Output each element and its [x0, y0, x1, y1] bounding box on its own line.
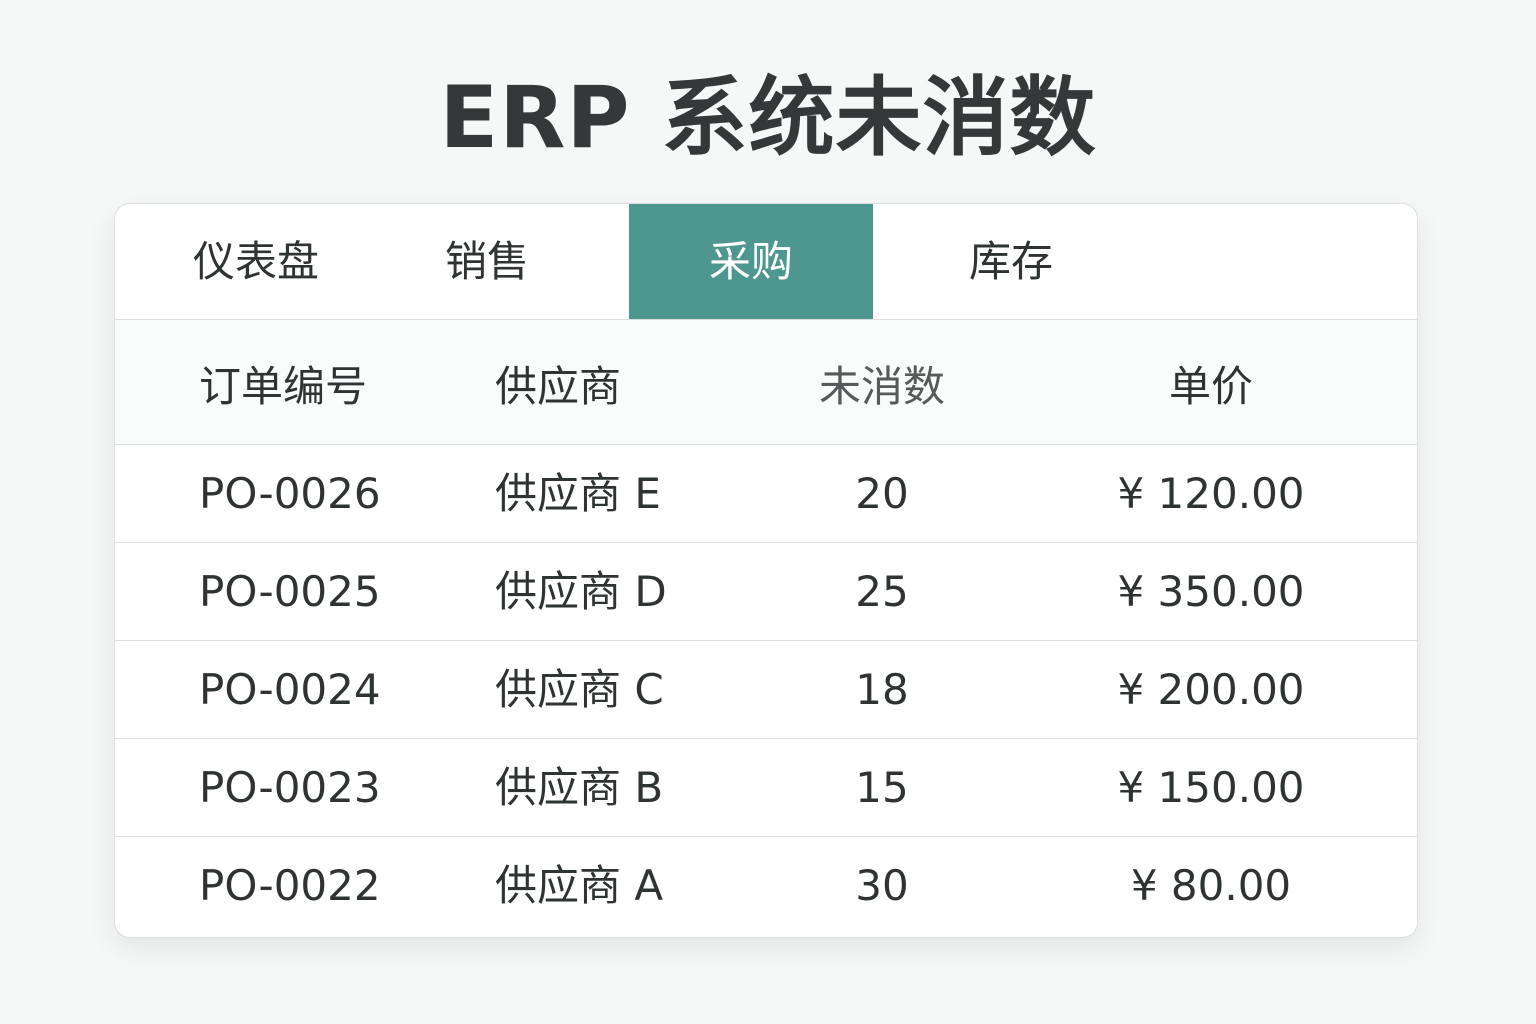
- order-number-cell: PO-0022: [199, 861, 381, 910]
- table-row[interactable]: PO-0025 供应商 D 25 ¥ 350.00: [115, 543, 1417, 641]
- order-number-cell: PO-0026: [199, 469, 381, 518]
- header-supplier[interactable]: 供应商: [495, 320, 621, 444]
- tab-bar: 仪表盘 销售 采购 库存: [115, 204, 1417, 320]
- table-header: 订单编号 供应商 未消数 单价: [115, 320, 1417, 445]
- tab-dashboard[interactable]: 仪表盘: [193, 204, 319, 319]
- supplier-cell: 供应商 D: [495, 567, 667, 616]
- remaining-quantity-cell: 18: [855, 665, 909, 714]
- table-row[interactable]: PO-0023 供应商 B 15 ¥ 150.00: [115, 739, 1417, 837]
- header-unit-price[interactable]: 单价: [1095, 320, 1327, 444]
- order-number-cell: PO-0025: [199, 567, 381, 616]
- unit-price-cell: ¥ 350.00: [1117, 567, 1305, 616]
- unit-price-cell: ¥ 200.00: [1117, 665, 1305, 714]
- remaining-quantity-cell: 30: [855, 861, 909, 910]
- unit-price-cell: ¥ 80.00: [1130, 861, 1292, 910]
- header-remaining-quantity[interactable]: 未消数: [767, 320, 997, 444]
- remaining-quantity-cell: 25: [855, 567, 909, 616]
- tab-inventory[interactable]: 库存: [969, 204, 1053, 319]
- header-order-number[interactable]: 订单编号: [199, 320, 367, 444]
- table-row[interactable]: PO-0022 供应商 A 30 ¥ 80.00: [115, 837, 1417, 934]
- table-row[interactable]: PO-0024 供应商 C 18 ¥ 200.00: [115, 641, 1417, 739]
- tab-sales[interactable]: 销售: [445, 204, 529, 319]
- supplier-cell: 供应商 C: [495, 665, 664, 714]
- remaining-quantity-cell: 20: [855, 469, 909, 518]
- unit-price-cell: ¥ 150.00: [1117, 763, 1305, 812]
- supplier-cell: 供应商 B: [495, 763, 664, 812]
- purchase-card: 仪表盘 销售 采购 库存 订单编号 供应商 未消数 单价 PO-0026 供应商…: [114, 203, 1418, 938]
- unit-price-cell: ¥ 120.00: [1117, 469, 1305, 518]
- order-number-cell: PO-0024: [199, 665, 381, 714]
- tab-purchase[interactable]: 采购: [629, 204, 873, 319]
- supplier-cell: 供应商 A: [495, 861, 664, 910]
- table-row[interactable]: PO-0026 供应商 E 20 ¥ 120.00: [115, 445, 1417, 543]
- remaining-quantity-cell: 15: [855, 763, 909, 812]
- order-number-cell: PO-0023: [199, 763, 381, 812]
- page-title: ERP 系统未消数: [439, 68, 1097, 168]
- supplier-cell: 供应商 E: [495, 469, 661, 518]
